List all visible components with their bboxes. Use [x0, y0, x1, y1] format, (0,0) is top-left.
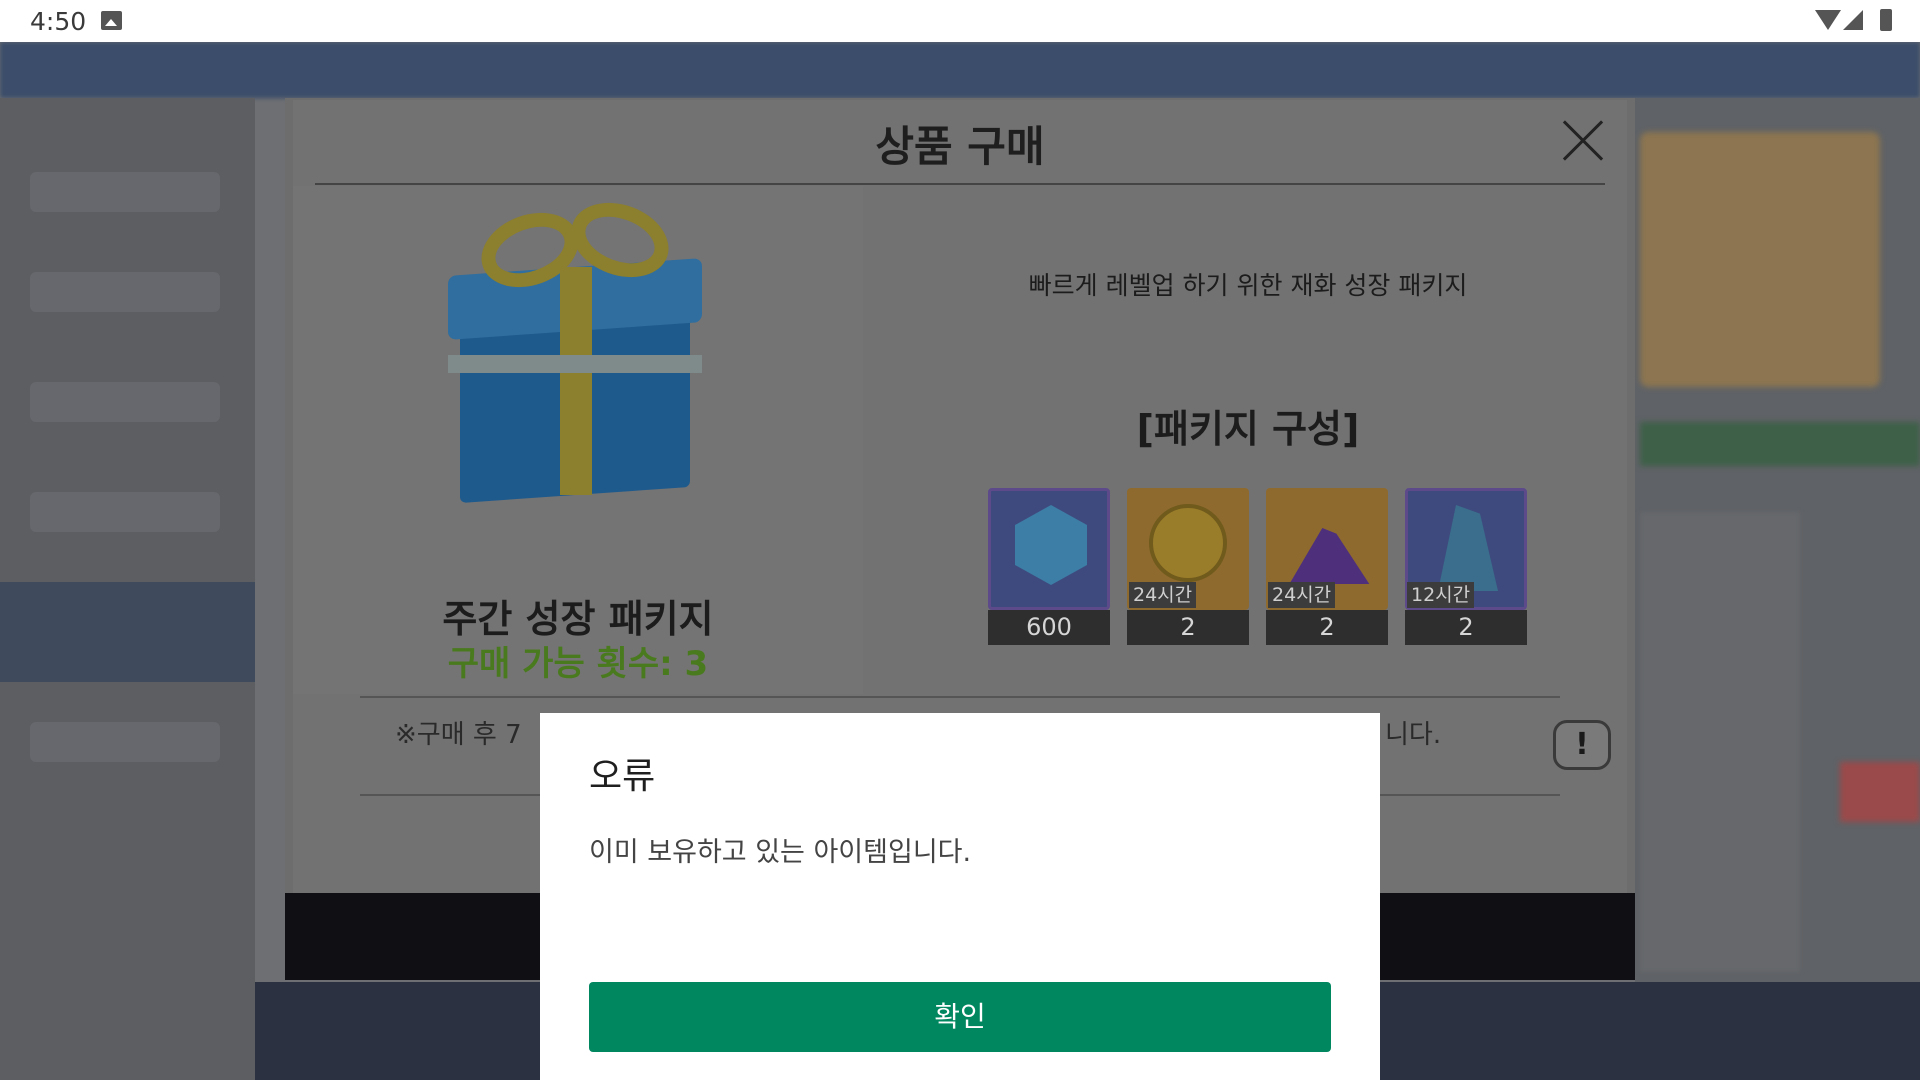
item-count: 2: [1266, 610, 1388, 645]
purchase-modal-title: 상품 구매: [875, 122, 1045, 171]
purchase-notice: ※구매 후 7: [395, 720, 522, 750]
item-count: 2: [1127, 610, 1249, 645]
sidebar-item: [30, 722, 220, 762]
game-banner-image: [1640, 132, 1880, 387]
error-dialog-title: 오류: [589, 756, 656, 797]
sidebar-item: [30, 492, 220, 532]
game-right-card: [1640, 512, 1800, 972]
sidebar-item: [30, 382, 220, 422]
package-item-slot: 600: [988, 488, 1110, 645]
sidebar-item: [30, 272, 220, 312]
item-duration: 24시간: [1268, 582, 1336, 608]
wifi-icon: [1815, 10, 1841, 30]
item-count: 600: [988, 610, 1110, 645]
purchase-notice-end: 니다.: [1385, 720, 1442, 750]
item-duration: 12시간: [1407, 582, 1475, 608]
game-top-bar: [0, 42, 1920, 98]
item-duration: 24시간: [1129, 582, 1197, 608]
gift-box-icon: [440, 190, 710, 505]
purchase-limit: 구매 가능 횟수: 3: [447, 644, 709, 684]
game-right-bar: [1640, 422, 1920, 466]
hex-gem-icon: [988, 488, 1110, 610]
close-icon[interactable]: [1560, 118, 1604, 162]
game-right-badge: [1840, 762, 1920, 822]
error-dialog-message: 이미 보유하고 있는 아이템입니다.: [589, 837, 972, 868]
title-divider: [315, 183, 1605, 185]
notice-divider-top: [360, 696, 1560, 698]
package-composition-title: [패키지 구성]: [1136, 407, 1360, 451]
package-description: 빠르게 레벨업 하기 위한 재화 성장 패키지: [1028, 271, 1468, 300]
package-item-slot: 12시간 2: [1405, 488, 1527, 645]
error-dialog: 오류 이미 보유하고 있는 아이템입니다. 확인: [540, 713, 1380, 1080]
signal-icon: [1843, 10, 1863, 30]
status-time: 4:50: [30, 7, 87, 36]
status-bar: 4:50: [0, 0, 1920, 42]
item-count: 2: [1405, 610, 1527, 645]
sidebar-item-active: [0, 582, 255, 682]
sidebar-item: [30, 172, 220, 212]
confirm-button[interactable]: 확인: [589, 982, 1331, 1052]
package-item-slot: 24시간 2: [1266, 488, 1388, 645]
info-bubble-icon[interactable]: !: [1553, 720, 1611, 770]
package-name: 주간 성장 패키지: [442, 597, 714, 641]
battery-icon: [1880, 9, 1892, 31]
gallery-icon: [101, 11, 122, 30]
package-item-slot: 24시간 2: [1127, 488, 1249, 645]
